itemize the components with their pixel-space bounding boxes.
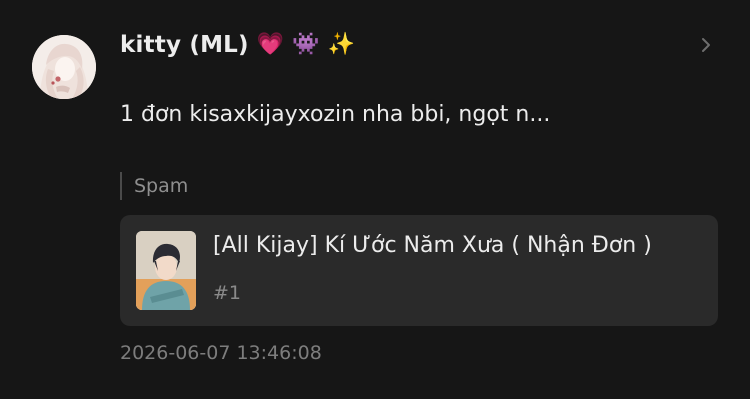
category-tag: Spam [120, 172, 188, 200]
avatar[interactable] [32, 35, 96, 99]
timestamp: 2026-06-07 13:46:08 [120, 342, 322, 364]
comment-item[interactable]: kitty (ML) 💗 👾 ✨ 1 đơn kisaxkijayxozin n… [0, 0, 750, 399]
chevron-right-icon[interactable] [698, 37, 714, 53]
story-card[interactable]: [All Kijay] Kí Ước Năm Xưa ( Nhận Đơn ) … [120, 215, 718, 326]
heart-emoji: 💗 [256, 32, 285, 57]
alien-monster-emoji: 👾 [292, 32, 320, 57]
story-title: [All Kijay] Kí Ước Năm Xưa ( Nhận Đơn ) [213, 233, 652, 258]
chapter-number: #1 [213, 282, 242, 304]
story-cover [136, 231, 196, 310]
sparkles-emoji: ✨ [327, 32, 355, 57]
comment-header: kitty (ML) 💗 👾 ✨ [120, 28, 355, 62]
comment-text: 1 đơn kisaxkijayxozin nha bbi, ngọt n... [120, 102, 551, 127]
username[interactable]: kitty (ML) [120, 32, 249, 58]
avatar-image [32, 35, 96, 99]
